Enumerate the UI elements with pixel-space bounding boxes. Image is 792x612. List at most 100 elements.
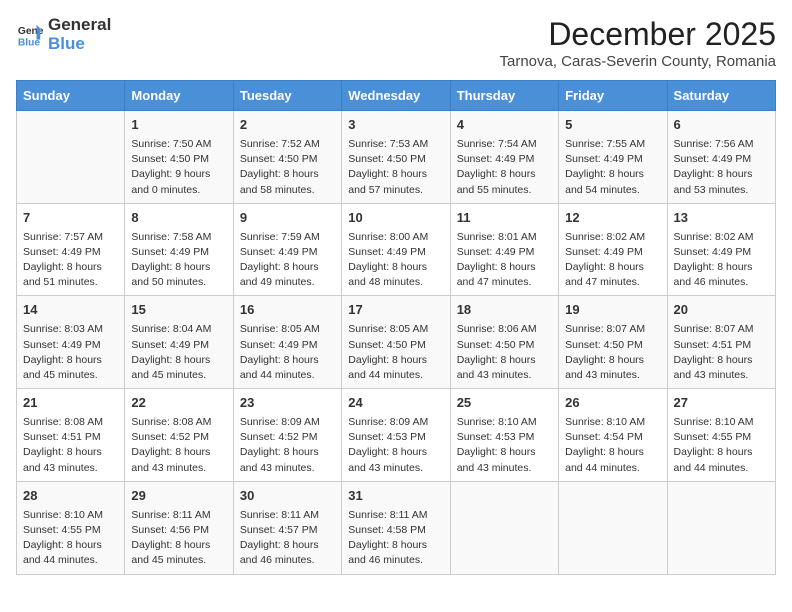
cell-content: Sunrise: 8:06 AMSunset: 4:50 PMDaylight:… bbox=[457, 322, 552, 383]
logo-icon: General Blue bbox=[16, 21, 44, 49]
cell-content: Sunrise: 8:10 AMSunset: 4:55 PMDaylight:… bbox=[674, 415, 769, 476]
calendar-cell: 11 Sunrise: 8:01 AMSunset: 4:49 PMDayligh… bbox=[450, 203, 558, 296]
cell-content: Sunrise: 7:57 AMSunset: 4:49 PMDaylight:… bbox=[23, 230, 118, 291]
logo: General Blue General Blue bbox=[16, 16, 111, 53]
calendar-cell: 10 Sunrise: 8:00 AMSunset: 4:49 PMDayligh… bbox=[342, 203, 450, 296]
day-number: 8 bbox=[131, 209, 226, 228]
header-friday: Friday bbox=[559, 81, 667, 111]
day-number: 20 bbox=[674, 301, 769, 320]
calendar-cell: 19Sunrise: 8:07 AMSunset: 4:50 PMDayligh… bbox=[559, 296, 667, 389]
calendar-cell: 8 Sunrise: 7:58 AMSunset: 4:49 PMDaylight… bbox=[125, 203, 233, 296]
calendar-cell: 14 Sunrise: 8:03 AMSunset: 4:49 PMDayligh… bbox=[17, 296, 125, 389]
calendar-cell: 9 Sunrise: 7:59 AMSunset: 4:49 PMDaylight… bbox=[233, 203, 341, 296]
day-number: 14 bbox=[23, 301, 118, 320]
calendar-cell: 2Sunrise: 7:52 AMSunset: 4:50 PMDaylight… bbox=[233, 111, 341, 204]
day-number: 9 bbox=[240, 209, 335, 228]
cell-content: Sunrise: 7:59 AMSunset: 4:49 PMDaylight:… bbox=[240, 230, 335, 291]
day-number: 7 bbox=[23, 209, 118, 228]
day-number: 4 bbox=[457, 116, 552, 135]
calendar-cell: 23 Sunrise: 8:09 AMSunset: 4:52 PMDayligh… bbox=[233, 389, 341, 482]
calendar-week-4: 21Sunrise: 8:08 AMSunset: 4:51 PMDayligh… bbox=[17, 389, 776, 482]
calendar-cell bbox=[17, 111, 125, 204]
cell-content: Sunrise: 8:09 AMSunset: 4:53 PMDaylight:… bbox=[348, 415, 443, 476]
calendar-cell: 16Sunrise: 8:05 AMSunset: 4:49 PMDayligh… bbox=[233, 296, 341, 389]
cell-content: Sunrise: 7:53 AMSunset: 4:50 PMDaylight:… bbox=[348, 137, 443, 198]
calendar-cell: 12 Sunrise: 8:02 AMSunset: 4:49 PMDayligh… bbox=[559, 203, 667, 296]
day-number: 6 bbox=[674, 116, 769, 135]
day-number: 30 bbox=[240, 487, 335, 506]
logo-blue-text: Blue bbox=[48, 35, 111, 54]
cell-content: Sunrise: 8:11 AMSunset: 4:56 PMDaylight:… bbox=[131, 508, 226, 569]
day-number: 25 bbox=[457, 394, 552, 413]
calendar-cell: 4 Sunrise: 7:54 AMSunset: 4:49 PMDaylight… bbox=[450, 111, 558, 204]
calendar-cell: 13 Sunrise: 8:02 AMSunset: 4:49 PMDayligh… bbox=[667, 203, 775, 296]
calendar-cell: 1 Sunrise: 7:50 AMSunset: 4:50 PMDaylight… bbox=[125, 111, 233, 204]
title-area: December 2025 Tarnova, Caras-Severin Cou… bbox=[499, 16, 776, 70]
page-header: General Blue General Blue December 2025 … bbox=[16, 16, 776, 70]
calendar-week-1: 1 Sunrise: 7:50 AMSunset: 4:50 PMDaylight… bbox=[17, 111, 776, 204]
cell-content: Sunrise: 8:10 AMSunset: 4:55 PMDaylight:… bbox=[23, 508, 118, 569]
cell-content: Sunrise: 8:09 AMSunset: 4:52 PMDaylight:… bbox=[240, 415, 335, 476]
cell-content: Sunrise: 8:02 AMSunset: 4:49 PMDaylight:… bbox=[565, 230, 660, 291]
cell-content: Sunrise: 8:03 AMSunset: 4:49 PMDaylight:… bbox=[23, 322, 118, 383]
cell-content: Sunrise: 8:07 AMSunset: 4:51 PMDaylight:… bbox=[674, 322, 769, 383]
day-number: 31 bbox=[348, 487, 443, 506]
calendar-cell: 27 Sunrise: 8:10 AMSunset: 4:55 PMDayligh… bbox=[667, 389, 775, 482]
day-number: 21 bbox=[23, 394, 118, 413]
cell-content: Sunrise: 8:08 AMSunset: 4:52 PMDaylight:… bbox=[131, 415, 226, 476]
header-row: SundayMondayTuesdayWednesdayThursdayFrid… bbox=[17, 81, 776, 111]
header-wednesday: Wednesday bbox=[342, 81, 450, 111]
calendar-cell: 31Sunrise: 8:11 AMSunset: 4:58 PMDayligh… bbox=[342, 481, 450, 574]
day-number: 5 bbox=[565, 116, 660, 135]
calendar-cell: 6 Sunrise: 7:56 AMSunset: 4:49 PMDaylight… bbox=[667, 111, 775, 204]
day-number: 11 bbox=[457, 209, 552, 228]
cell-content: Sunrise: 8:01 AMSunset: 4:49 PMDaylight:… bbox=[457, 230, 552, 291]
day-number: 24 bbox=[348, 394, 443, 413]
day-number: 29 bbox=[131, 487, 226, 506]
calendar-cell bbox=[667, 481, 775, 574]
cell-content: Sunrise: 7:56 AMSunset: 4:49 PMDaylight:… bbox=[674, 137, 769, 198]
calendar-cell: 15Sunrise: 8:04 AMSunset: 4:49 PMDayligh… bbox=[125, 296, 233, 389]
calendar-cell bbox=[450, 481, 558, 574]
cell-content: Sunrise: 8:05 AMSunset: 4:50 PMDaylight:… bbox=[348, 322, 443, 383]
calendar-cell: 24 Sunrise: 8:09 AMSunset: 4:53 PMDayligh… bbox=[342, 389, 450, 482]
day-number: 10 bbox=[348, 209, 443, 228]
day-number: 3 bbox=[348, 116, 443, 135]
calendar-cell: 28 Sunrise: 8:10 AMSunset: 4:55 PMDayligh… bbox=[17, 481, 125, 574]
cell-content: Sunrise: 8:11 AMSunset: 4:57 PMDaylight:… bbox=[240, 508, 335, 569]
day-number: 18 bbox=[457, 301, 552, 320]
header-thursday: Thursday bbox=[450, 81, 558, 111]
cell-content: Sunrise: 7:55 AMSunset: 4:49 PMDaylight:… bbox=[565, 137, 660, 198]
day-number: 15 bbox=[131, 301, 226, 320]
calendar-cell: 26Sunrise: 8:10 AMSunset: 4:54 PMDayligh… bbox=[559, 389, 667, 482]
day-number: 27 bbox=[674, 394, 769, 413]
cell-content: Sunrise: 8:10 AMSunset: 4:53 PMDaylight:… bbox=[457, 415, 552, 476]
day-number: 13 bbox=[674, 209, 769, 228]
cell-content: Sunrise: 8:10 AMSunset: 4:54 PMDaylight:… bbox=[565, 415, 660, 476]
cell-content: Sunrise: 8:00 AMSunset: 4:49 PMDaylight:… bbox=[348, 230, 443, 291]
header-saturday: Saturday bbox=[667, 81, 775, 111]
logo-general-text: General bbox=[48, 16, 111, 35]
calendar-cell: 22Sunrise: 8:08 AMSunset: 4:52 PMDayligh… bbox=[125, 389, 233, 482]
day-number: 28 bbox=[23, 487, 118, 506]
day-number: 12 bbox=[565, 209, 660, 228]
cell-content: Sunrise: 7:54 AMSunset: 4:49 PMDaylight:… bbox=[457, 137, 552, 198]
calendar-cell: 17 Sunrise: 8:05 AMSunset: 4:50 PMDayligh… bbox=[342, 296, 450, 389]
calendar-cell: 30 Sunrise: 8:11 AMSunset: 4:57 PMDayligh… bbox=[233, 481, 341, 574]
day-number: 17 bbox=[348, 301, 443, 320]
day-number: 19 bbox=[565, 301, 660, 320]
cell-content: Sunrise: 8:05 AMSunset: 4:49 PMDaylight:… bbox=[240, 322, 335, 383]
calendar-week-2: 7 Sunrise: 7:57 AMSunset: 4:49 PMDaylight… bbox=[17, 203, 776, 296]
calendar-week-5: 28 Sunrise: 8:10 AMSunset: 4:55 PMDayligh… bbox=[17, 481, 776, 574]
day-number: 23 bbox=[240, 394, 335, 413]
day-number: 1 bbox=[131, 116, 226, 135]
calendar-week-3: 14 Sunrise: 8:03 AMSunset: 4:49 PMDayligh… bbox=[17, 296, 776, 389]
calendar-cell: 21Sunrise: 8:08 AMSunset: 4:51 PMDayligh… bbox=[17, 389, 125, 482]
cell-content: Sunrise: 7:50 AMSunset: 4:50 PMDaylight:… bbox=[131, 137, 226, 198]
cell-content: Sunrise: 8:02 AMSunset: 4:49 PMDaylight:… bbox=[674, 230, 769, 291]
calendar-cell bbox=[559, 481, 667, 574]
cell-content: Sunrise: 7:58 AMSunset: 4:49 PMDaylight:… bbox=[131, 230, 226, 291]
calendar-cell: 20 Sunrise: 8:07 AMSunset: 4:51 PMDayligh… bbox=[667, 296, 775, 389]
calendar-cell: 7 Sunrise: 7:57 AMSunset: 4:49 PMDaylight… bbox=[17, 203, 125, 296]
day-number: 2 bbox=[240, 116, 335, 135]
